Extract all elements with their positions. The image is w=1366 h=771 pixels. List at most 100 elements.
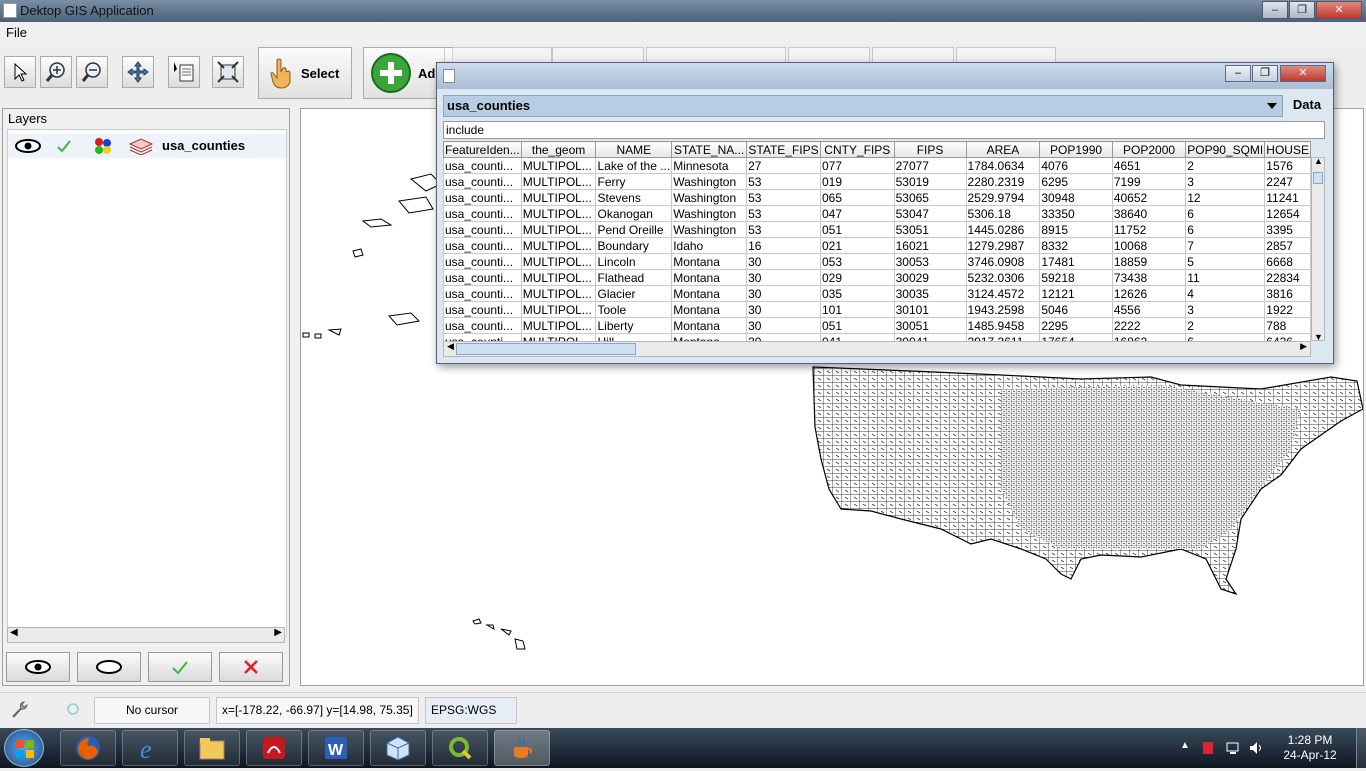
checkmark-icon[interactable] bbox=[56, 138, 72, 154]
table-row[interactable]: usa_counti... MULTIPOL... Ferry Washington 5… bbox=[443, 173, 1311, 190]
table-cell[interactable]: MULTIPOL... bbox=[520, 253, 597, 270]
table-cell[interactable]: 30 bbox=[746, 253, 821, 270]
table-cell[interactable]: 047 bbox=[820, 205, 895, 222]
table-cell[interactable]: 30 bbox=[746, 285, 821, 302]
table-cell[interactable]: 4076 bbox=[1039, 157, 1113, 174]
table-cell[interactable]: 5306.18 bbox=[965, 205, 1041, 222]
virtualbox-taskbar-button[interactable] bbox=[370, 730, 426, 766]
table-cell[interactable]: 2 bbox=[1185, 317, 1266, 334]
table-cell[interactable]: 5046 bbox=[1039, 301, 1113, 318]
table-cell[interactable]: 59218 bbox=[1039, 269, 1113, 286]
table-cell[interactable]: 12121 bbox=[1039, 285, 1113, 302]
table-cell[interactable]: 16021 bbox=[893, 237, 967, 254]
table-cell[interactable]: 30 bbox=[746, 301, 821, 318]
table-cell[interactable]: 53047 bbox=[893, 205, 967, 222]
table-cell[interactable]: Idaho bbox=[671, 237, 748, 254]
chevron-down-icon[interactable] bbox=[1264, 98, 1280, 114]
table-cell[interactable]: 53 bbox=[746, 173, 821, 190]
table-cell[interactable]: 11 bbox=[1185, 269, 1266, 286]
table-cell[interactable]: usa_counti... bbox=[443, 253, 522, 270]
table-cell[interactable]: 3395 bbox=[1264, 221, 1311, 238]
table-cell[interactable]: 051 bbox=[820, 221, 895, 238]
table-row[interactable]: usa_counti... MULTIPOL... Flathead Montana 3… bbox=[443, 269, 1311, 286]
table-cell[interactable]: 5 bbox=[1185, 253, 1266, 270]
popup-minimize-button[interactable]: – bbox=[1225, 65, 1251, 82]
table-cell[interactable]: 4556 bbox=[1111, 301, 1187, 318]
table-cell[interactable]: usa_counti... bbox=[443, 189, 522, 206]
eye-visible-icon[interactable] bbox=[14, 138, 42, 154]
table-cell[interactable]: 7199 bbox=[1111, 173, 1187, 190]
table-cell[interactable]: MULTIPOL... bbox=[520, 269, 597, 286]
table-row[interactable]: usa_counti... MULTIPOL... Lake of the ... M… bbox=[443, 157, 1311, 174]
table-cell[interactable]: 30 bbox=[746, 269, 821, 286]
table-cell[interactable]: 021 bbox=[820, 237, 895, 254]
pan-button[interactable] bbox=[122, 56, 154, 88]
table-cell[interactable]: 6 bbox=[1185, 333, 1266, 341]
crs-status[interactable]: EPSG:WGS 84 bbox=[425, 697, 517, 742]
table-cell[interactable]: 53019 bbox=[893, 173, 967, 190]
table-cell[interactable]: 2857 bbox=[1264, 237, 1311, 254]
table-cell[interactable]: MULTIPOL... bbox=[520, 173, 597, 190]
column-header[interactable]: AREA bbox=[965, 141, 1041, 158]
column-header[interactable]: NAME bbox=[595, 141, 673, 158]
table-cell[interactable]: 101 bbox=[820, 301, 895, 318]
table-cell[interactable]: 53 bbox=[746, 205, 821, 222]
start-button[interactable] bbox=[4, 729, 44, 767]
table-cell[interactable]: 077 bbox=[820, 157, 895, 174]
network-icon[interactable] bbox=[1225, 740, 1241, 756]
table-cell[interactable]: 3 bbox=[1185, 301, 1266, 318]
table-cell[interactable]: usa_counti... bbox=[443, 317, 522, 334]
remove-layer-button[interactable] bbox=[219, 652, 283, 682]
word-taskbar-button[interactable]: W bbox=[308, 730, 364, 766]
maximize-button[interactable]: ❐ bbox=[1289, 1, 1315, 19]
table-cell[interactable]: 30051 bbox=[893, 317, 967, 334]
table-cell[interactable]: 22834 bbox=[1264, 269, 1311, 286]
column-header[interactable]: HOUSE bbox=[1264, 141, 1311, 158]
crs-crosshair-button[interactable] bbox=[60, 697, 90, 724]
table-cell[interactable]: MULTIPOL... bbox=[520, 333, 597, 341]
table-cell[interactable]: 1485.9458 bbox=[965, 317, 1041, 334]
table-cell[interactable]: 30053 bbox=[893, 253, 967, 270]
table-cell[interactable]: Pend Oreille bbox=[595, 221, 673, 238]
table-cell[interactable]: usa_counti... bbox=[443, 205, 522, 222]
table-cell[interactable]: 30948 bbox=[1039, 189, 1113, 206]
table-cell[interactable]: 6295 bbox=[1039, 173, 1113, 190]
table-cell[interactable]: 4651 bbox=[1111, 157, 1187, 174]
column-header[interactable]: STATE_NA... bbox=[671, 141, 748, 158]
table-cell[interactable]: usa_counti... bbox=[443, 237, 522, 254]
zoom-out-button[interactable] bbox=[76, 56, 108, 88]
explorer-taskbar-button[interactable] bbox=[184, 730, 240, 766]
column-header[interactable]: POP1990 bbox=[1039, 141, 1113, 158]
table-cell[interactable]: usa_counti... bbox=[443, 269, 522, 286]
table-cell[interactable]: Montana bbox=[671, 317, 748, 334]
table-cell[interactable]: 33350 bbox=[1039, 205, 1113, 222]
table-row[interactable]: usa_counti... MULTIPOL... Glacier Montana 30… bbox=[443, 285, 1311, 302]
table-cell[interactable]: usa_counti... bbox=[443, 333, 522, 341]
column-header[interactable]: CNTY_FIPS bbox=[820, 141, 895, 158]
table-cell[interactable]: 788 bbox=[1264, 317, 1311, 334]
table-cell[interactable]: Ferry bbox=[595, 173, 673, 190]
ie-taskbar-button[interactable]: e bbox=[122, 730, 178, 766]
table-cell[interactable]: Toole bbox=[595, 301, 673, 318]
info-tool-button[interactable] bbox=[168, 56, 200, 88]
table-cell[interactable]: usa_counti... bbox=[443, 285, 522, 302]
table-cell[interactable]: 53 bbox=[746, 221, 821, 238]
table-cell[interactable]: 38640 bbox=[1111, 205, 1187, 222]
table-cell[interactable]: MULTIPOL... bbox=[520, 157, 597, 174]
table-cell[interactable]: 3816 bbox=[1264, 285, 1311, 302]
table-cell[interactable]: 11752 bbox=[1111, 221, 1187, 238]
table-cell[interactable]: usa_counti... bbox=[443, 221, 522, 238]
table-cell[interactable]: Montana bbox=[671, 333, 748, 341]
table-cell[interactable]: 73438 bbox=[1111, 269, 1187, 286]
table-cell[interactable]: 2917.3611 bbox=[965, 333, 1041, 341]
table-cell[interactable]: 30041 bbox=[893, 333, 967, 341]
table-cell[interactable]: Glacier bbox=[595, 285, 673, 302]
table-row[interactable]: usa_counti... MULTIPOL... Stevens Washingto… bbox=[443, 189, 1311, 206]
table-row[interactable]: usa_counti...MULTIPOL...HillMontana30041… bbox=[443, 333, 1311, 341]
zoom-extent-button[interactable] bbox=[212, 56, 244, 88]
layers-horizontal-scrollbar[interactable]: ◀ ▶ bbox=[7, 627, 285, 643]
table-vertical-scrollbar[interactable]: ▲ ▼ bbox=[1311, 156, 1325, 342]
table-cell[interactable]: 3124.4572 bbox=[965, 285, 1041, 302]
filter-input[interactable]: include bbox=[443, 121, 1325, 139]
table-cell[interactable]: 1279.2987 bbox=[965, 237, 1041, 254]
